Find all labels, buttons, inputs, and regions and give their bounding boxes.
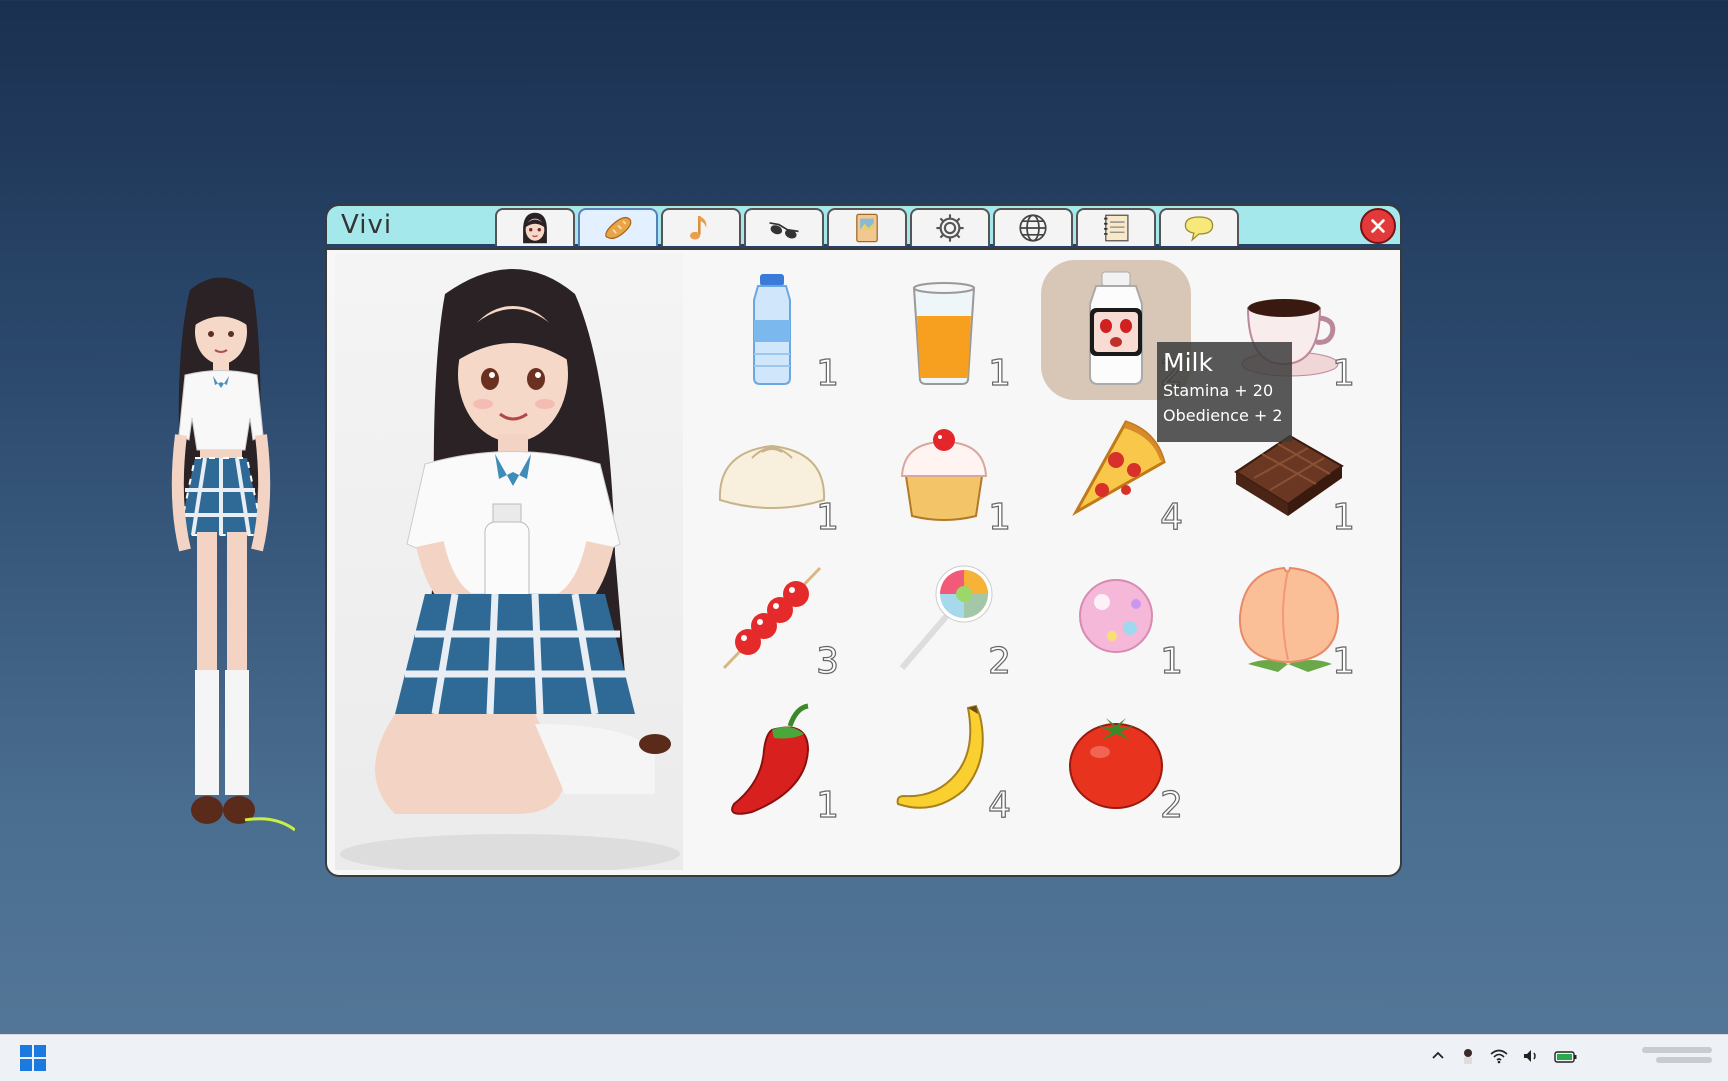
chevron-up-icon[interactable] — [1430, 1048, 1446, 1068]
food-item-steamed-bun[interactable]: 1 — [697, 404, 847, 544]
taskbar — [0, 1034, 1728, 1081]
item-count: 2 — [987, 640, 1011, 682]
tab-music[interactable] — [661, 208, 741, 246]
item-tooltip: Milk Stamina + 20 Obedience + 2 — [1157, 342, 1292, 442]
food-item-candied-haws[interactable]: 3 — [697, 548, 847, 688]
system-tray — [1430, 1045, 1578, 1071]
item-count: 4 — [987, 784, 1011, 826]
item-count: 1 — [987, 496, 1011, 538]
gear-icon — [936, 214, 964, 242]
food-item-banana[interactable]: 4 — [869, 692, 1019, 832]
peach-icon — [1238, 566, 1340, 672]
avatar-icon[interactable] — [1460, 1047, 1476, 1069]
speaker-icon[interactable] — [1522, 1048, 1540, 1068]
item-count: 1 — [1331, 496, 1355, 538]
character-portrait — [335, 254, 683, 874]
steamed-bun-icon — [718, 444, 826, 509]
tomato-icon — [1069, 718, 1163, 809]
picture-book-icon — [856, 213, 878, 243]
lollipop-icon — [899, 565, 993, 670]
character-face-icon — [523, 212, 547, 244]
tab-settings[interactable] — [910, 208, 990, 246]
tooltip-item-name: Milk — [1163, 348, 1213, 377]
window-titlebar[interactable]: Vivi — [325, 204, 1402, 246]
sunglasses-icon — [769, 222, 799, 239]
character-window: Vivi 1 1 1 1 1 4 1 3 2 1 1 1 4 2 Milk St… — [325, 204, 1402, 877]
item-count: 1 — [1331, 640, 1355, 682]
tab-character[interactable] — [495, 208, 575, 246]
notepad-icon — [1104, 214, 1129, 242]
candy-ball-icon — [1079, 579, 1153, 653]
item-count: 4 — [1159, 496, 1183, 538]
item-count: 1 — [815, 496, 839, 538]
food-item-lollipop[interactable]: 2 — [869, 548, 1019, 688]
start-button[interactable] — [20, 1045, 46, 1071]
food-item-orange-juice[interactable]: 1 — [869, 260, 1019, 400]
item-count: 1 — [815, 784, 839, 826]
item-count: 1 — [1159, 640, 1183, 682]
close-icon — [1371, 219, 1385, 233]
food-item-red-pepper[interactable]: 1 — [697, 692, 847, 832]
clock[interactable] — [1642, 1043, 1712, 1073]
close-button[interactable] — [1360, 208, 1396, 244]
tab-accessories[interactable] — [744, 208, 824, 246]
globe-icon — [1019, 214, 1047, 242]
desktop-character[interactable] — [145, 270, 296, 860]
red-pepper-icon — [731, 703, 810, 815]
water-bottle-icon — [753, 274, 791, 385]
tab-album[interactable] — [827, 208, 907, 246]
orange-juice-icon — [912, 282, 976, 385]
music-note-icon — [689, 216, 707, 240]
food-item-peach[interactable]: 1 — [1213, 548, 1363, 688]
candied-haws-icon — [722, 566, 822, 670]
windows-logo-icon — [20, 1045, 46, 1071]
item-count: 1 — [987, 352, 1011, 394]
wifi-icon[interactable] — [1490, 1048, 1508, 1068]
tab-chat[interactable] — [1159, 208, 1239, 246]
cupcake-icon — [900, 429, 988, 521]
banana-icon — [896, 704, 984, 809]
tooltip-stat-line: Stamina + 20 — [1163, 381, 1274, 400]
item-count: 3 — [815, 640, 839, 682]
food-item-candy-ball[interactable]: 1 — [1041, 548, 1191, 688]
battery-icon[interactable] — [1554, 1049, 1578, 1068]
window-title: Vivi — [341, 210, 393, 240]
tooltip-stat-line: Obedience + 2 — [1163, 406, 1283, 425]
speech-bubble-icon — [1184, 216, 1214, 242]
tab-notes[interactable] — [1076, 208, 1156, 246]
bread-icon — [605, 216, 632, 240]
item-count: 2 — [1159, 784, 1183, 826]
food-item-tomato[interactable]: 2 — [1041, 692, 1191, 832]
tab-language[interactable] — [993, 208, 1073, 246]
food-item-cupcake[interactable]: 1 — [869, 404, 1019, 544]
inventory-panel: 1 1 2 — [325, 248, 1402, 877]
tab-food[interactable] — [578, 208, 658, 246]
food-item-water[interactable]: 1 — [697, 260, 847, 400]
item-count: 1 — [1331, 352, 1355, 394]
item-count: 1 — [815, 352, 839, 394]
